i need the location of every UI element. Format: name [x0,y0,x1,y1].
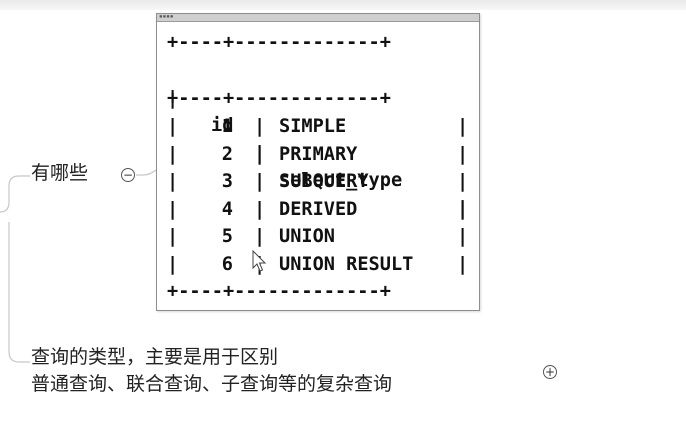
collapse-toggle-button[interactable]: − [121,168,135,182]
table-cell-select-type: UNION RESULT [279,253,414,275]
table-cell-select-type: SUBQUERY [279,171,369,192]
expand-toggle-button[interactable]: + [543,365,557,379]
table-cell-id: 4 [221,198,233,220]
description-line-2: 普通查询、联合查询、子查询等的复杂查询 [31,373,393,395]
table-cell-select-type: PRIMARY [279,143,358,165]
table-cell-select-type: UNION [279,226,335,247]
console-titlebar: ▪▪▪▪ [157,14,479,22]
table-cell-id: 3 [221,171,233,192]
table-cell-select-type: DERIVED [279,198,358,220]
table-header-border: +----+-------------+ [167,88,391,109]
table-cell-id: 6 [221,253,233,275]
titlebar-grip-icon: ▪▪▪▪ [159,14,174,20]
table-top-border: +----+-------------+ [167,32,391,53]
mindmap-description[interactable]: 查询的类型，主要是用于区别 普通查询、联合查询、子查询等的复杂查询 [31,344,392,398]
console-screenshot-image: ▪▪▪▪ +----+-------------+ | id | select_… [156,13,480,311]
mindmap-node-label[interactable]: 有哪些 [31,158,88,185]
table-bottom-border: +----+-------------+ [167,281,391,302]
description-line-1: 查询的类型，主要是用于区别 [31,346,279,368]
table-cell-select-type: SIMPLE [279,116,347,137]
mouse-cursor-icon [252,250,267,272]
table-cell-id: 5 [221,226,233,247]
table-cell-id: 1 [221,116,233,137]
table-cell-id: 2 [221,143,233,165]
